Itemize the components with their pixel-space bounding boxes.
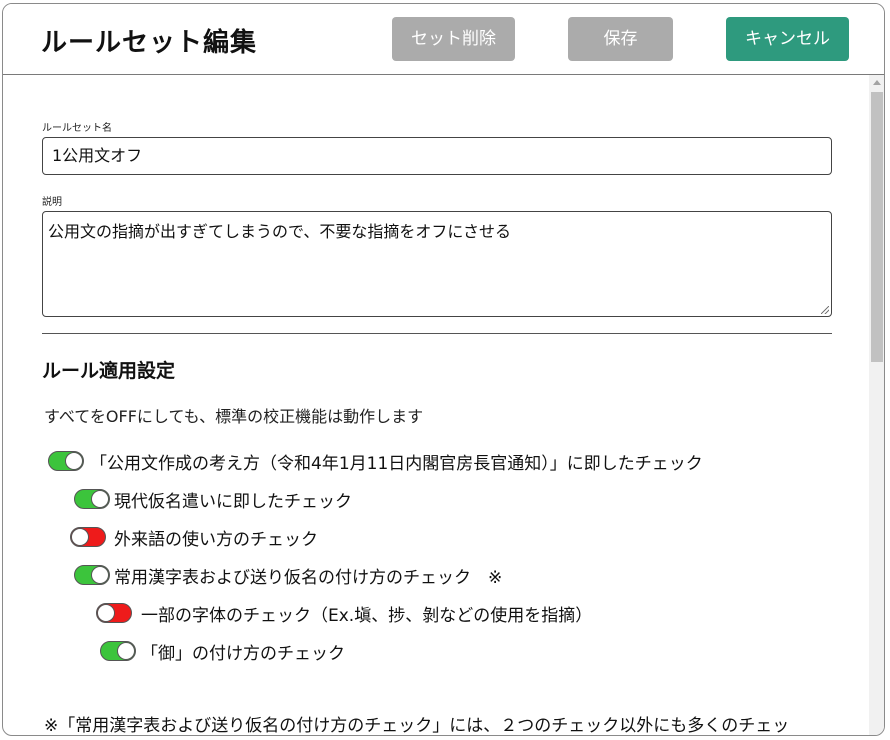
ruleset-name-label: ルールセット名 <box>42 123 112 134</box>
toggle-knob <box>91 566 109 584</box>
toggle-knob <box>71 528 89 546</box>
section-title: ルール適用設定 <box>42 360 176 382</box>
toggle-switch[interactable] <box>70 527 106 547</box>
scrollbar-thumb[interactable] <box>871 92 883 362</box>
save-button[interactable]: 保存 <box>568 17 673 61</box>
scroll-up-arrow-icon[interactable] <box>873 80 881 85</box>
toggle-switch[interactable] <box>48 451 84 471</box>
page-title: ルールセット編集 <box>41 28 258 58</box>
description-text: 公用文の指摘が出すぎてしまうので、不要な指摘をオフにさせる <box>48 222 512 241</box>
rules-note: すべてをOFFにしても、標準の校正機能は動作します <box>44 407 424 426</box>
rule-label: 外来語の使い方のチェック <box>114 530 318 550</box>
vertical-scrollbar[interactable] <box>869 75 884 735</box>
ruleset-edit-dialog: ルールセット編集 セット削除 保存 キャンセル ルールセット名 1公用文オフ 説… <box>2 3 885 736</box>
footnote-text: ※「常用漢字表および送り仮名の付け方のチェック」には、２つのチェック以外にも多く… <box>44 716 790 736</box>
resize-grip-icon[interactable] <box>821 306 829 314</box>
dialog-header: ルールセット編集 セット削除 保存 キャンセル <box>3 4 884 75</box>
toggle-switch[interactable] <box>96 603 132 623</box>
rule-label: 「御」の付け方のチェック <box>141 644 345 664</box>
dialog-body: ルールセット名 1公用文オフ 説明 公用文の指摘が出すぎてしまうので、不要な指摘… <box>3 75 869 736</box>
description-textarea[interactable]: 公用文の指摘が出すぎてしまうので、不要な指摘をオフにさせる <box>42 211 832 317</box>
toggle-switch[interactable] <box>74 489 110 509</box>
ruleset-name-input[interactable]: 1公用文オフ <box>42 137 832 175</box>
description-label: 説明 <box>42 197 62 208</box>
rule-label: 「公用文作成の考え方（令和4年1月11日内閣官房長官通知）」に即したチェック <box>90 454 703 474</box>
toggle-knob <box>91 490 109 508</box>
cancel-button[interactable]: キャンセル <box>726 17 849 61</box>
section-divider <box>42 333 832 334</box>
rule-label: 一部の字体のチェック（Ex.塡、捗、剝などの使用を指摘） <box>141 606 593 626</box>
toggle-switch[interactable] <box>74 565 110 585</box>
rule-label: 常用漢字表および送り仮名の付け方のチェック ※ <box>114 568 503 588</box>
rule-label: 現代仮名遣いに即したチェック <box>114 492 352 512</box>
toggle-knob <box>117 642 135 660</box>
delete-set-button[interactable]: セット削除 <box>392 17 515 61</box>
toggle-knob <box>97 604 115 622</box>
toggle-switch[interactable] <box>100 641 136 661</box>
toggle-knob <box>65 452 83 470</box>
